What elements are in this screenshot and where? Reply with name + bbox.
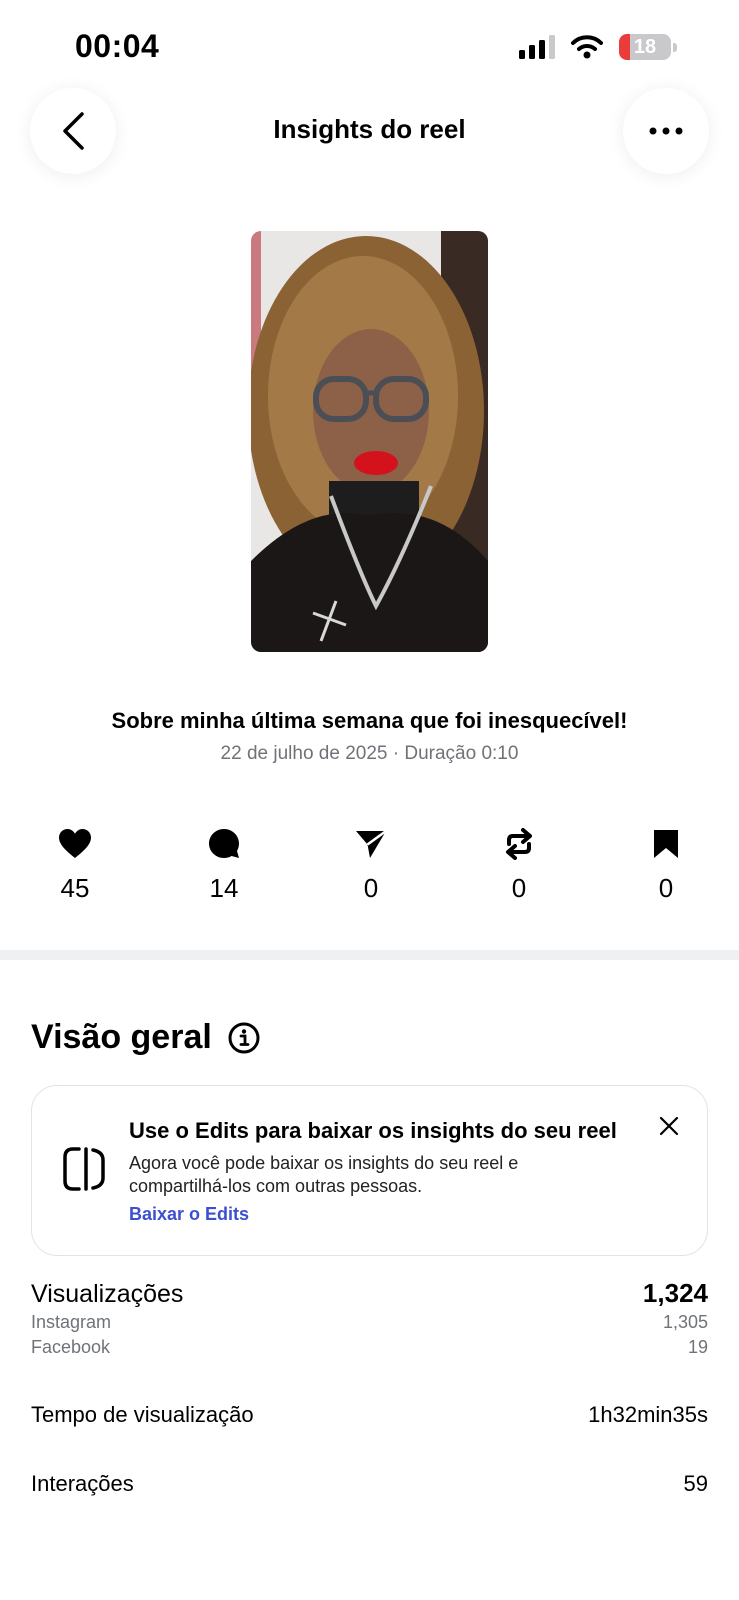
views-label: Visualizações <box>31 1280 184 1308</box>
cellular-signal-icon <box>519 35 555 59</box>
promo-description: Agora você pode baixar os insights do se… <box>129 1153 519 1196</box>
views-facebook-row: Facebook 19 <box>31 1337 708 1358</box>
views-instagram-row: Instagram 1,305 <box>31 1312 708 1333</box>
saves-count: 0 <box>658 873 674 903</box>
reposts-count: 0 <box>511 873 527 903</box>
facebook-label: Facebook <box>31 1337 111 1357</box>
comments-stat: 14 <box>174 825 274 904</box>
battery-level: 18 <box>633 35 657 58</box>
edits-app-icon <box>63 1147 105 1191</box>
more-options-button[interactable] <box>623 88 709 174</box>
interactions-value: 59 <box>683 1471 708 1496</box>
battery-tip <box>673 42 677 52</box>
promo-title: Use o Edits para baixar os insights do s… <box>129 1118 617 1143</box>
watch-time-value: 1h32min35s <box>588 1402 708 1427</box>
close-icon <box>659 1116 679 1136</box>
reposts-stat: 0 <box>469 825 569 904</box>
status-bar: 00:04 18 <box>0 0 739 90</box>
reel-thumbnail-image <box>251 231 488 652</box>
header: Insights do reel <box>0 88 739 174</box>
reel-date-duration: 22 de julho de 2025 · Duração 0:10 <box>220 743 519 764</box>
facebook-value: 19 <box>687 1337 708 1357</box>
heart-icon <box>59 829 91 858</box>
shares-stat: 0 <box>321 825 421 904</box>
status-icons: 18 <box>519 34 677 60</box>
share-icon <box>356 829 387 858</box>
comment-icon <box>209 829 239 858</box>
watch-time-row: Tempo de visualização 1h32min35s <box>31 1402 708 1428</box>
instagram-value: 1,305 <box>662 1312 708 1332</box>
comments-count: 14 <box>209 873 239 903</box>
edits-promo-card: Use o Edits para baixar os insights do s… <box>31 1085 708 1256</box>
likes-count: 45 <box>60 873 90 903</box>
battery-indicator: 18 <box>619 34 671 60</box>
interactions-row[interactable]: Interações 59 <box>31 1471 708 1497</box>
reel-thumbnail[interactable] <box>251 231 488 652</box>
likes-stat: 45 <box>25 825 125 904</box>
views-row: Visualizações 1,324 <box>31 1278 708 1309</box>
bookmark-icon <box>654 830 678 858</box>
close-promo-button[interactable] <box>659 1116 679 1141</box>
download-edits-link[interactable]: Baixar o Edits <box>129 1204 249 1225</box>
saves-stat: 0 <box>616 825 716 904</box>
views-value: 1,324 <box>642 1278 708 1308</box>
wifi-icon <box>571 35 603 59</box>
info-icon[interactable] <box>228 1022 260 1054</box>
overview-title: Visão geral <box>31 1018 212 1056</box>
shares-count: 0 <box>363 873 379 903</box>
reel-caption: Sobre minha última semana que foi inesqu… <box>111 708 628 733</box>
instagram-label: Instagram <box>31 1312 112 1332</box>
watch-time-label: Tempo de visualização <box>31 1402 254 1427</box>
more-horizontal-icon <box>649 127 683 135</box>
overview-header: Visão geral <box>31 1018 260 1057</box>
repost-icon <box>506 828 532 860</box>
status-time: 00:04 <box>75 28 160 64</box>
section-divider <box>0 950 739 960</box>
engagement-stats: 45 14 0 0 0 <box>0 825 739 905</box>
interactions-label: Interações <box>31 1471 134 1496</box>
